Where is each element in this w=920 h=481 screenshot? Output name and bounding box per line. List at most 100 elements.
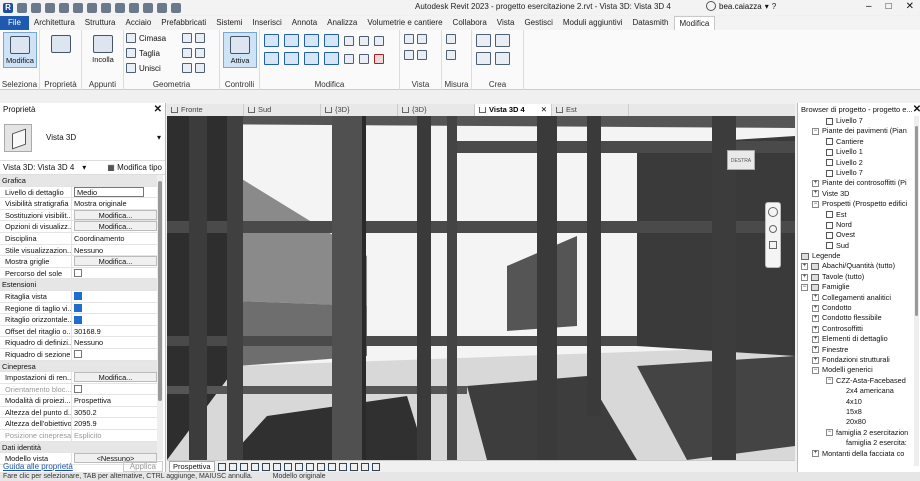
view-tab[interactable]: {3D} — [398, 104, 475, 116]
browser-node[interactable]: Livello 2 — [798, 158, 914, 168]
modify-tool-button[interactable]: Modifica — [3, 32, 37, 68]
sync-icon[interactable] — [45, 2, 55, 13]
property-edit-button[interactable]: Modifica... — [74, 221, 157, 232]
3d-view-icon[interactable] — [129, 2, 139, 13]
close-tab-icon[interactable]: ✕ — [541, 104, 547, 116]
property-row[interactable]: Orientamento bloc... — [0, 383, 157, 396]
property-row[interactable]: Sostituzioni visibilit... Modifica... — [0, 209, 157, 222]
menu-tab-analizza[interactable]: Analizza — [322, 16, 362, 30]
chevron-down-icon[interactable]: ▾ — [157, 133, 161, 142]
menu-tab-datasmith[interactable]: Datasmith — [627, 16, 673, 30]
property-row[interactable]: Impostazioni di ren... Modifica... — [0, 372, 157, 384]
browser-node[interactable]: + Montanti della facciata co — [798, 449, 914, 459]
property-checkbox[interactable] — [74, 304, 82, 313]
scrollbar-thumb[interactable] — [158, 181, 162, 401]
property-row[interactable]: Modalità di proiezi... Prospettiva — [0, 395, 157, 407]
visual-style-icon[interactable] — [228, 462, 237, 471]
menu-tab-gestisci[interactable]: Gestisci — [519, 16, 557, 30]
activate-button[interactable]: Attiva — [223, 32, 257, 68]
browser-node[interactable]: Nord — [798, 220, 914, 230]
property-input[interactable]: Medio — [74, 186, 144, 197]
property-row[interactable]: Stile visualizzazion... Nessuno — [0, 244, 157, 257]
property-row[interactable]: Regione di taglio vi... — [0, 302, 157, 315]
dimension-tools[interactable] — [446, 50, 456, 60]
expand-icon[interactable]: + — [812, 180, 819, 188]
menu-tab-prefabbricati[interactable]: Prefabbricati — [156, 16, 211, 30]
property-row[interactable]: Ritaglio orizzontale... — [0, 314, 157, 326]
browser-node[interactable]: Livello 7 — [798, 168, 914, 178]
browser-node[interactable]: Livello 1 — [798, 147, 914, 157]
expand-icon[interactable]: + — [812, 315, 819, 323]
property-row[interactable]: Livello di dettaglio Medio — [0, 186, 157, 199]
expand-icon[interactable]: + — [801, 273, 808, 281]
menu-tab-volumetrie-e-cantiere[interactable]: Volumetrie e cantiere — [362, 16, 447, 30]
show-crop-icon[interactable] — [283, 462, 292, 471]
constraints-icon[interactable] — [360, 462, 369, 471]
browser-node[interactable]: + Elementi di dettaglio — [798, 334, 914, 344]
property-checkbox[interactable] — [74, 292, 82, 301]
unlock-view-icon[interactable] — [294, 462, 303, 471]
steering-wheel-icon[interactable] — [768, 207, 778, 217]
property-row[interactable]: Offset del ritaglio o... 30168.9 — [0, 325, 157, 338]
properties-scrollbar[interactable] — [157, 175, 163, 460]
save-icon[interactable] — [31, 2, 41, 13]
browser-scrollbar[interactable] — [914, 116, 919, 466]
browser-node[interactable]: − Piante dei pavimenti (Pian — [798, 126, 914, 136]
browser-node[interactable]: 4x10 — [798, 397, 914, 407]
browser-node[interactable]: − Famiglie — [798, 282, 914, 292]
expand-icon[interactable]: + — [812, 356, 819, 364]
cut-button[interactable]: Taglia — [126, 48, 160, 58]
property-row[interactable]: Riquadro di sezione — [0, 348, 157, 361]
apply-button[interactable]: Applica — [122, 460, 163, 472]
reveal-hidden-icon[interactable] — [316, 462, 325, 471]
projection-mode-label[interactable]: Prospettiva — [169, 461, 215, 472]
property-row[interactable]: Visibilità stratigrafia Mostra originale — [0, 198, 157, 210]
browser-node[interactable]: Sud — [798, 241, 914, 251]
menu-tab-architettura[interactable]: Architettura — [29, 16, 80, 30]
properties-help-link[interactable]: Guida alle proprietà — [3, 462, 73, 471]
temporary-hide-icon[interactable] — [305, 462, 314, 471]
crop-view-icon[interactable] — [272, 462, 281, 471]
collapse-icon[interactable]: − — [826, 429, 833, 437]
help-icon[interactable]: ? — [772, 2, 776, 11]
property-row[interactable]: Disciplina Coordinamento — [0, 232, 157, 245]
modify-tools-row-1[interactable] — [264, 34, 384, 47]
close-icon[interactable]: ✕ — [906, 1, 914, 12]
geometry-tools-row-3[interactable] — [182, 63, 205, 73]
geometry-tools-row-2[interactable] — [182, 48, 205, 58]
instance-selector[interactable]: Vista 3D: Vista 3D 4 ▾ ▦ Modifica tipo — [0, 161, 165, 175]
geometry-tools-row-1[interactable] — [182, 33, 205, 43]
view-tools-row-2[interactable] — [404, 50, 427, 60]
menu-tab-moduli-aggiuntivi[interactable]: Moduli aggiuntivi — [558, 16, 628, 30]
property-edit-button[interactable]: Modifica... — [74, 372, 157, 383]
browser-node[interactable]: Livello 7 — [798, 116, 914, 126]
property-row[interactable]: Percorso del sole — [0, 267, 157, 280]
modify-tools-row-2[interactable] — [264, 52, 384, 65]
property-checkbox[interactable] — [74, 315, 82, 324]
zoom-icon[interactable] — [769, 225, 777, 233]
browser-node[interactable]: + Collegamenti analitici — [798, 293, 914, 303]
collapse-icon[interactable]: − — [801, 283, 808, 291]
browser-node[interactable]: + Viste 3D — [798, 189, 914, 199]
properties-button[interactable] — [44, 32, 78, 68]
menu-tab-struttura[interactable]: Struttura — [80, 16, 121, 30]
expand-icon[interactable]: + — [812, 304, 819, 312]
view-tools-row-1[interactable] — [404, 34, 427, 44]
paste-button[interactable]: Incolla — [86, 32, 120, 68]
property-row[interactable]: Altezza dell'obiettivo 2095.9 — [0, 418, 157, 431]
menu-tab-acciaio[interactable]: Acciaio — [120, 16, 156, 30]
type-selector[interactable]: Vista 3D ▾ — [0, 115, 165, 161]
menu-tab-collabora[interactable]: Collabora — [448, 16, 492, 30]
sun-path-icon[interactable] — [239, 462, 248, 471]
close-icon[interactable]: ✕ — [913, 104, 920, 115]
browser-node[interactable]: Est — [798, 210, 914, 220]
analytical-model-icon[interactable] — [338, 462, 347, 471]
worksharing-icon[interactable] — [327, 462, 336, 471]
maximize-icon[interactable]: □ — [886, 1, 892, 12]
expand-icon[interactable]: + — [812, 450, 819, 458]
property-edit-button[interactable]: Modifica... — [74, 209, 157, 220]
section-icon[interactable] — [143, 2, 153, 13]
browser-node[interactable]: − famiglia 2 esercitazion — [798, 428, 914, 438]
expand-icon[interactable]: + — [812, 190, 819, 198]
property-edit-button[interactable]: Modifica... — [74, 256, 157, 267]
